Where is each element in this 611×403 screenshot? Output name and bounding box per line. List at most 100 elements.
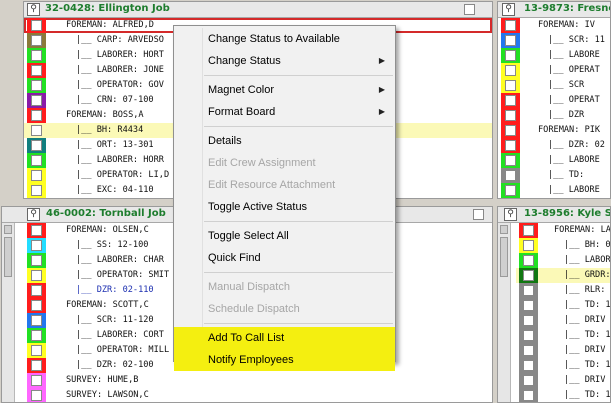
resource-row[interactable]: |__ SCR <box>498 78 610 93</box>
resource-row[interactable]: |__ DZR <box>498 108 610 123</box>
row-checkbox[interactable] <box>31 315 42 326</box>
resource-row[interactable]: |__ TD: 13-1 <box>516 328 610 343</box>
menu-item-magnet-color[interactable]: Magnet Color ▶ <box>174 79 395 101</box>
row-checkbox[interactable] <box>523 255 534 266</box>
row-checkbox[interactable] <box>31 35 42 46</box>
row-checkbox[interactable] <box>31 270 42 281</box>
menu-item-add-to-call-list[interactable]: Add To Call List <box>174 327 395 349</box>
row-checkbox[interactable] <box>31 170 42 181</box>
row-checkbox[interactable] <box>31 345 42 356</box>
resource-row[interactable]: |__ GRDR: <box>516 268 610 283</box>
row-checkbox[interactable] <box>31 155 42 166</box>
row-checkbox[interactable] <box>523 375 534 386</box>
resource-row[interactable]: FOREMAN: PIK <box>498 123 610 138</box>
vertical-scrollbar[interactable] <box>2 223 15 402</box>
row-checkbox[interactable] <box>505 65 516 76</box>
scroll-thumb[interactable] <box>4 237 12 277</box>
panel-select-checkbox[interactable] <box>464 4 475 15</box>
vertical-scrollbar[interactable] <box>498 223 511 402</box>
resource-row[interactable]: |__ DRIV <box>516 373 610 388</box>
row-checkbox[interactable] <box>31 95 42 106</box>
resource-row[interactable]: |__ TD: <box>498 168 610 183</box>
magnifier-icon[interactable]: ⚲ <box>27 3 40 16</box>
row-checkbox[interactable] <box>31 110 42 121</box>
row-checkbox[interactable] <box>523 285 534 296</box>
resource-row[interactable]: |__ DZR: 02 <box>498 138 610 153</box>
resource-label: |__ OPERATOR: LI,D <box>76 170 170 180</box>
row-checkbox[interactable] <box>31 240 42 251</box>
row-checkbox[interactable] <box>505 80 516 91</box>
row-checkbox[interactable] <box>31 80 42 91</box>
row-checkbox[interactable] <box>31 225 42 236</box>
menu-item-toggle-select-all[interactable]: Toggle Select All <box>174 225 395 247</box>
menu-item-notify-employees[interactable]: Notify Employees <box>174 349 395 371</box>
menu-item-format-board[interactable]: Format Board ▶ <box>174 101 395 123</box>
row-checkbox[interactable] <box>505 155 516 166</box>
scroll-thumb[interactable] <box>500 237 508 277</box>
row-checkbox[interactable] <box>505 110 516 121</box>
row-checkbox[interactable] <box>523 360 534 371</box>
row-checkbox[interactable] <box>31 255 42 266</box>
menu-item-edit-crew-assignment: Edit Crew Assignment <box>174 152 395 174</box>
resource-row[interactable]: |__ DRIV <box>516 313 610 328</box>
menu-item-details[interactable]: Details <box>174 130 395 152</box>
resource-row[interactable]: |__ TD: 13-1 <box>516 388 610 402</box>
row-checkbox[interactable] <box>523 330 534 341</box>
row-checkbox[interactable] <box>523 345 534 356</box>
row-checkbox[interactable] <box>523 240 534 251</box>
row-checkbox[interactable] <box>523 390 534 401</box>
magnifier-icon[interactable]: ⚲ <box>502 3 515 16</box>
row-checkbox[interactable] <box>505 50 516 61</box>
row-checkbox[interactable] <box>523 270 534 281</box>
resource-row[interactable]: FOREMAN: LA <box>516 223 610 238</box>
resource-row[interactable]: |__ SCR: 11 <box>498 33 610 48</box>
resource-row[interactable]: |__ DRIV <box>516 343 610 358</box>
row-checkbox[interactable] <box>505 170 516 181</box>
resource-row[interactable]: FOREMAN: IV <box>498 18 610 33</box>
resource-row[interactable]: |__ BH: 06-2 <box>516 238 610 253</box>
resource-row[interactable]: |__ OPERAT <box>498 63 610 78</box>
row-checkbox[interactable] <box>31 330 42 341</box>
row-checkbox[interactable] <box>505 140 516 151</box>
resource-row[interactable]: |__ RLR: 10 <box>516 283 610 298</box>
magnifier-icon[interactable]: ⚲ <box>27 208 40 221</box>
resource-row[interactable]: |__ LABORE <box>498 48 610 63</box>
row-checkbox[interactable] <box>505 35 516 46</box>
row-checkbox[interactable] <box>31 360 42 371</box>
menu-item-quick-find[interactable]: Quick Find <box>174 247 395 269</box>
row-checkbox[interactable] <box>31 375 42 386</box>
resource-row[interactable]: |__ LABORE <box>516 253 610 268</box>
menu-item-change-status[interactable]: Change Status ▶ <box>174 50 395 72</box>
row-checkbox[interactable] <box>31 140 42 151</box>
row-checkbox[interactable] <box>31 390 42 401</box>
resource-label: |__ LABORER: HORR <box>76 155 164 165</box>
row-checkbox[interactable] <box>31 20 42 31</box>
row-checkbox[interactable] <box>523 300 534 311</box>
panel-select-checkbox[interactable] <box>473 209 484 220</box>
row-checkbox[interactable] <box>31 65 42 76</box>
row-checkbox[interactable] <box>31 185 42 196</box>
row-checkbox[interactable] <box>505 125 516 136</box>
magnifier-icon[interactable]: ⚲ <box>504 208 517 221</box>
row-checkbox[interactable] <box>523 315 534 326</box>
row-checkbox[interactable] <box>31 285 42 296</box>
row-checkbox[interactable] <box>505 20 516 31</box>
scroll-up-button[interactable] <box>4 225 12 234</box>
resource-row[interactable]: |__ LABORE <box>498 153 610 168</box>
row-checkbox[interactable] <box>523 225 534 236</box>
resource-row[interactable]: |__ LABORE <box>498 183 610 198</box>
resource-row[interactable]: |__ TD: 13-1 <box>516 298 610 313</box>
resource-row[interactable]: |__ TD: 13-1 <box>516 358 610 373</box>
resource-row[interactable]: SURVEY: LAWSON,C <box>24 388 492 402</box>
resource-row[interactable]: |__ OPERAT <box>498 93 610 108</box>
row-checkbox[interactable] <box>31 300 42 311</box>
row-checkbox[interactable] <box>31 50 42 61</box>
row-checkbox[interactable] <box>31 125 42 136</box>
menu-item-change-status-to-available[interactable]: Change Status to Available <box>174 28 395 50</box>
scroll-up-button[interactable] <box>500 225 508 234</box>
row-checkbox[interactable] <box>505 95 516 106</box>
row-checkbox[interactable] <box>505 185 516 196</box>
resource-row[interactable]: SURVEY: HUME,B <box>24 373 492 388</box>
submenu-arrow-icon: ▶ <box>378 56 385 65</box>
menu-item-toggle-active-status[interactable]: Toggle Active Status <box>174 196 395 218</box>
